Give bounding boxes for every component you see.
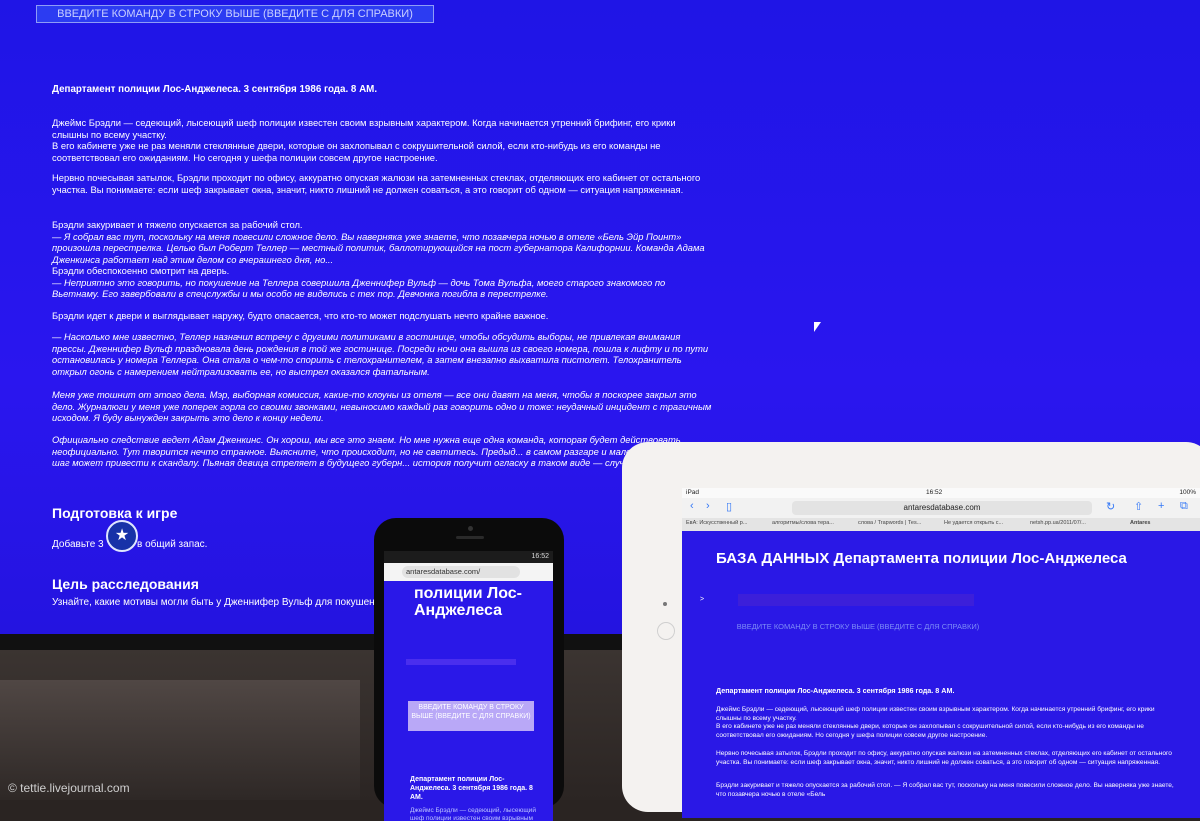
- story-paragraph: В его кабинете уже не раз меняли стеклян…: [52, 140, 661, 163]
- bookmarks-icon[interactable]: ▯: [726, 500, 732, 513]
- phone-command-input[interactable]: [406, 659, 516, 665]
- story-paragraph: Меня уже тошнит от этого дела. Мэр, выбо…: [52, 389, 712, 423]
- device-label: iPad: [686, 489, 700, 496]
- phone-case-heading: Департамент полиции Лос-Анджелеса. 3 сен…: [410, 776, 533, 801]
- tablet-story-paragraph: Брэдли закуривает и тяжело опускается за…: [716, 782, 1174, 798]
- command-input[interactable]: [738, 594, 974, 606]
- story-block-3: Брэдли закуривает и тяжело опускается за…: [52, 219, 712, 300]
- share-icon[interactable]: ⇧: [1134, 500, 1143, 513]
- phone-command-hint: ВВЕДИТЕ КОМАНДУ В СТРОКУ ВЫШЕ (ВВЕДИТЕ С…: [408, 701, 534, 731]
- phone-browser-toolbar: antaresdatabase.com/: [384, 563, 553, 581]
- command-prompt: >: [700, 596, 705, 603]
- smartphone: 16:52 antaresdatabase.com/ полиции Лос-А…: [374, 518, 564, 821]
- tablet: iPad 16:52 100% ‹ › ▯ antaresdatabase.co…: [622, 442, 1200, 818]
- tablet-story-paragraph: Джеймс Брэдли — седеющий, лысеющий шеф п…: [716, 706, 1155, 722]
- story-paragraph: — Я собрал вас тут, поскольку на меня по…: [52, 230, 705, 265]
- tablet-story-paragraph: Нервно почесывая затылок, Брэдли проходи…: [716, 750, 1172, 766]
- home-button[interactable]: [657, 622, 675, 640]
- prep-text-b: в общий запас.: [137, 539, 208, 550]
- story-paragraph: Официально следствие ведет Адам Дженкинс…: [52, 434, 711, 468]
- story-block-1: Джеймс Брэдли — седеющий, лысеющий шеф п…: [52, 117, 712, 163]
- phone-url-field[interactable]: antaresdatabase.com/: [402, 566, 520, 578]
- prep-title: Подготовка к игре: [52, 505, 178, 521]
- story-paragraph: Джеймс Брэдли — седеющий, лысеющий шеф п…: [52, 117, 676, 140]
- browser-tab[interactable]: netsh.pp.ua/2011/07/...: [1030, 520, 1110, 529]
- tablet-command-hint: ВВЕДИТЕ КОМАНДУ В СТРОКУ ВЫШЕ (ВВЕДИТЕ С…: [736, 622, 980, 631]
- story-paragraph: Брэдли закуривает и тяжело опускается за…: [52, 219, 303, 230]
- tabs-icon[interactable]: ⧉: [1180, 500, 1188, 513]
- tablet-case-heading: Департамент полиции Лос-Анджелеса. 3 сен…: [716, 686, 955, 695]
- browser-toolbar: ‹ › ▯ antaresdatabase.com ↻ ⇧ + ⧉: [682, 498, 1200, 518]
- tablet-status-bar: iPad 16:52 100%: [682, 488, 1200, 498]
- forward-icon[interactable]: ›: [706, 500, 710, 512]
- phone-screen: 16:52 antaresdatabase.com/ полиции Лос-А…: [384, 551, 553, 821]
- database-title: БАЗА ДАННЫХ Департамента полиции Лос-Анд…: [716, 550, 1127, 567]
- speaker-grille: [456, 536, 484, 539]
- browser-tab[interactable]: Не удается открыть с...: [944, 520, 1024, 529]
- camera-icon: [468, 526, 473, 531]
- mouse-cursor-icon: [814, 322, 821, 332]
- phone-status-bar: 16:52: [384, 551, 553, 563]
- goal-title: Цель расследования: [52, 576, 199, 592]
- command-hint: ВВЕДИТЕ КОМАНДУ В СТРОКУ ВЫШЕ (ВВЕДИТЕ С…: [36, 5, 434, 23]
- battery-level: 100%: [1179, 489, 1196, 496]
- story-paragraph: Брэдли идет к двери и выглядывает наружу…: [52, 310, 549, 321]
- tablet-story-block-1: Джеймс Брэдли — седеющий, лысеющий шеф п…: [716, 706, 1176, 740]
- tablet-story-block-3: Брэдли закуривает и тяжело опускается за…: [716, 782, 1176, 799]
- url-field[interactable]: antaresdatabase.com: [792, 501, 1092, 515]
- star-token-icon: ★: [106, 520, 138, 552]
- browser-tab-active[interactable]: Antares: [1130, 520, 1190, 529]
- story-paragraph: Брэдли обеспокоенно смотрит на дверь.: [52, 265, 230, 276]
- browser-tab[interactable]: слова / Trapwords | Теs...: [858, 520, 938, 529]
- tablet-story-paragraph: В его кабинете уже не раз меняли стеклян…: [716, 723, 1144, 739]
- case-heading: Департамент полиции Лос-Анджелеса. 3 сен…: [52, 84, 378, 95]
- story-block-7: Официально следствие ведет Адам Дженкинс…: [52, 434, 712, 469]
- story-block-2: Нервно почесывая затылок, Брэдли проходи…: [52, 172, 712, 195]
- browser-tab[interactable]: алгоритмы/слова тера...: [772, 520, 852, 529]
- phone-page-title: полиции Лос-Анджелеса: [414, 585, 523, 619]
- story-block-5: — Насколько мне известно, Теллер назначи…: [52, 331, 712, 377]
- story-paragraph: — Неприятно это говорить, но покушение н…: [52, 276, 666, 300]
- prep-text-a: Добавьте 3: [52, 539, 104, 550]
- story-paragraph: — Насколько мне известно, Теллер назначи…: [52, 331, 709, 377]
- new-tab-icon[interactable]: +: [1158, 500, 1164, 512]
- tablet-story-block-2: Нервно почесывая затылок, Брэдли проходи…: [716, 750, 1176, 767]
- reload-icon[interactable]: ↻: [1106, 500, 1115, 513]
- story-block-4: Брэдли идет к двери и выглядывает наружу…: [52, 310, 712, 322]
- clock: 16:52: [926, 489, 943, 496]
- tablet-screen: iPad 16:52 100% ‹ › ▯ antaresdatabase.co…: [682, 488, 1200, 818]
- tab-strip: ЕвА: Искусственный р... алгоритмы/слова …: [682, 518, 1200, 531]
- story-paragraph: Нервно почесывая затылок, Брэдли проходи…: [52, 172, 701, 195]
- back-icon[interactable]: ‹: [690, 500, 694, 512]
- phone-story-text: Джеймс Брэдли — седеющий, лысеющий шеф п…: [410, 807, 536, 821]
- watermark: © tettie.livejournal.com: [8, 781, 130, 795]
- browser-tab[interactable]: ЕвА: Искусственный р...: [686, 520, 766, 529]
- front-camera-icon: [663, 602, 667, 606]
- story-block-6: Меня уже тошнит от этого дела. Мэр, выбо…: [52, 389, 712, 424]
